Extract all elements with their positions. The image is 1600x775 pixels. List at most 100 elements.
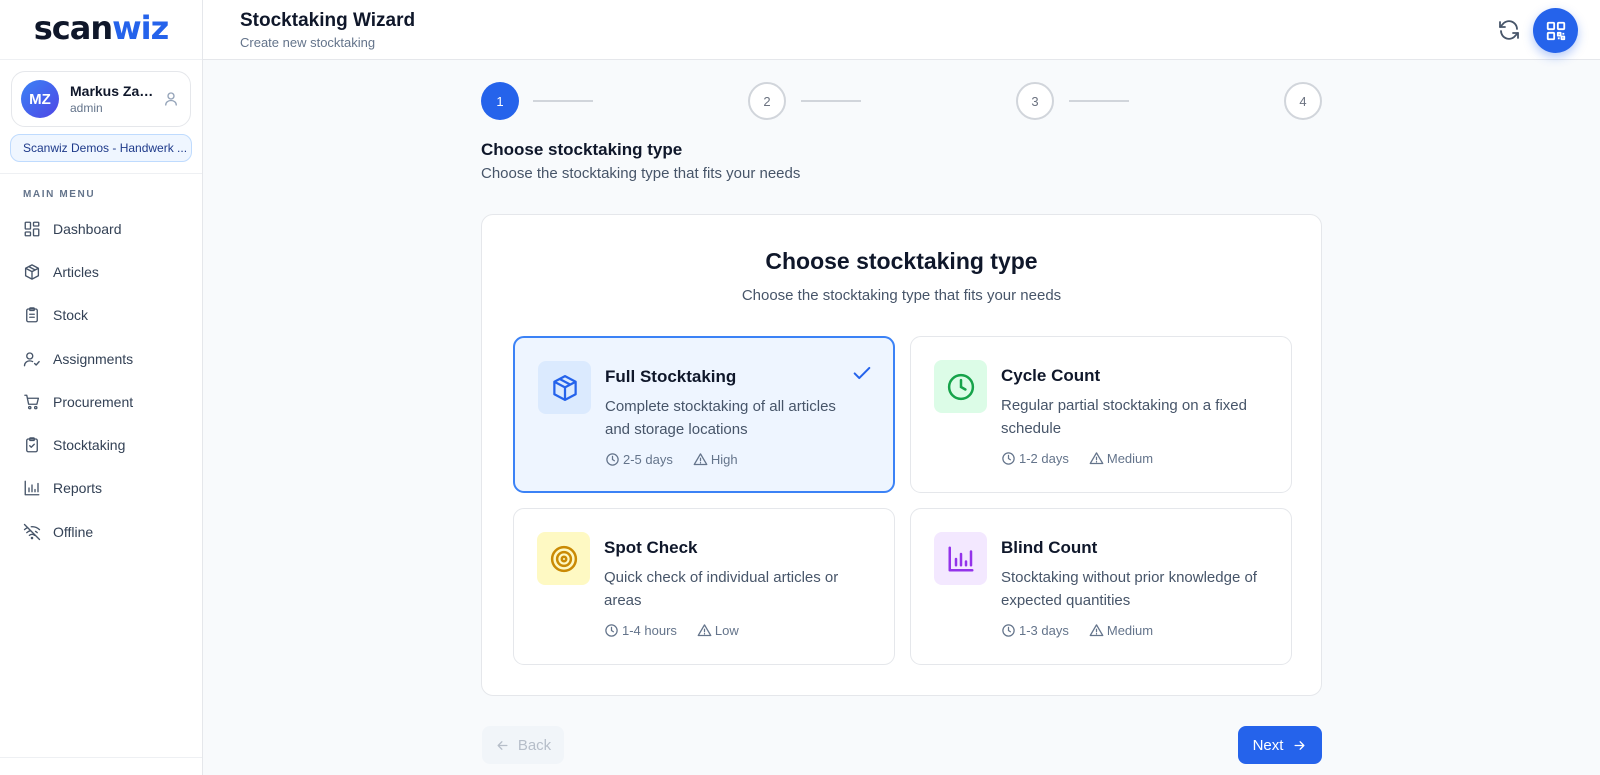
option-title: Full Stocktaking [605,367,737,386]
option-full-stocktaking[interactable]: Full Stocktaking Complete stocktaking of… [513,336,895,493]
sidebar-item-assignments[interactable]: Assignments [0,337,202,380]
user-name: Markus Zau... [70,83,158,99]
option-cycle-count[interactable]: Cycle Count Regular partial stocktaking … [910,336,1292,493]
step-connector [801,100,861,102]
clock-icon [605,624,618,637]
next-button[interactable]: Next [1238,726,1322,764]
user-check-icon [23,351,40,366]
user-card[interactable]: MZ Markus Zau... admin [11,71,191,127]
option-title: Spot Check [604,538,698,557]
option-meta: 1-3 days Medium [1001,623,1173,638]
sidebar-item-label: Offline [53,523,94,540]
arrow-left-icon [497,740,508,750]
sidebar-item-label: Procurement [53,393,134,410]
scanwiz-logo[interactable]: scan wiz [0,0,202,60]
clock-icon [947,373,974,400]
step-3[interactable]: 3 [1016,82,1054,120]
checkmark-icon [853,366,871,380]
target-icon [550,545,577,572]
option-description: Quick check of individual articles or ar… [604,569,839,609]
main-menu: Dashboard Articles Stock Assignments Pro… [0,207,202,553]
step-connector [1069,100,1129,102]
user-icon[interactable] [162,90,180,108]
bar-chart-icon [948,546,973,571]
step-subtitle: Choose the stocktaking type that fits yo… [481,165,801,182]
wizard-stepper: 1 2 3 4 [481,82,1322,120]
sidebar: scan wiz MZ Markus Zau... admin Scanwiz D… [0,0,203,775]
option-duration: 1-2 days [1019,451,1069,466]
step-4[interactable]: 4 [1284,82,1322,120]
option-icon-container [934,360,987,413]
qr-code-icon [1546,21,1565,40]
user-role: admin [70,101,103,115]
option-effort: High [710,452,738,467]
sidebar-item-articles[interactable]: Articles [0,250,202,293]
refresh-icon[interactable] [1497,18,1521,42]
back-button[interactable]: Back [482,726,564,764]
sidebar-item-label: Assignments [53,350,134,367]
option-duration: 2-5 days [623,452,673,467]
sidebar-footer-divider [0,757,202,758]
sidebar-item-label: Stock [53,307,89,324]
option-icon-container [934,532,987,585]
option-icon-container [537,532,590,585]
clock-icon [606,453,619,466]
card-subtitle: Choose the stocktaking type that fits yo… [741,287,1062,304]
sidebar-item-procurement[interactable]: Procurement [0,380,202,423]
avatar: MZ [21,80,59,118]
option-icon-container [538,361,591,414]
bar-chart-icon [24,480,40,496]
sidebar-item-offline[interactable]: Offline [0,510,202,553]
option-blind-count[interactable]: Blind Count Stocktaking without prior kn… [910,508,1292,665]
sidebar-item-stocktaking[interactable]: Stocktaking [0,423,202,466]
clock-icon [1002,624,1015,637]
option-meta: 2-5 days High [605,452,758,467]
step-connector [533,100,593,102]
step-1[interactable]: 1 [481,82,519,120]
page-subtitle: Create new stocktaking [240,35,376,50]
box-icon [24,264,40,280]
alert-triangle-icon [697,624,712,637]
box-icon [552,374,577,401]
cart-icon [24,394,40,410]
option-meta: 1-4 hours Low [604,623,759,638]
main-menu-label: MAIN MENU [23,189,96,200]
option-description: Stocktaking without prior knowledge of e… [1001,569,1257,609]
page-header: Stocktaking Wizard Create new stocktakin… [203,0,1600,60]
step-title: Choose stocktaking type [481,140,683,159]
sidebar-item-label: Dashboard [53,220,122,237]
card-title: Choose stocktaking type [765,248,1038,274]
step-2[interactable]: 2 [748,82,786,120]
alert-triangle-icon [693,453,708,466]
option-title: Cycle Count [1001,366,1101,385]
option-effort: Medium [1106,451,1154,466]
option-description: Regular partial stocktaking on a fixed s… [1001,397,1247,437]
sidebar-item-dashboard[interactable]: Dashboard [0,207,202,250]
logo-text-scan: scan [33,8,113,47]
stocktaking-type-card: Choose stocktaking type Choose the stock… [481,214,1322,696]
logo-text-wiz: wiz [112,8,169,47]
sidebar-item-label: Stocktaking [53,437,126,454]
option-effort: Medium [1106,623,1154,638]
back-button-label: Back [517,736,552,754]
option-meta: 1-2 days Medium [1001,451,1173,466]
organization-badge[interactable]: Scanwiz Demos - Handwerk ... [10,134,192,162]
clock-icon [1002,452,1015,465]
sidebar-item-reports[interactable]: Reports [0,467,202,510]
option-effort: Low [714,623,739,638]
wifi-off-icon [23,523,41,540]
clipboard-list-icon [26,307,38,323]
alert-triangle-icon [1089,624,1104,637]
option-description: Complete stocktaking of all articles and… [605,398,836,438]
option-duration: 1-3 days [1019,623,1069,638]
qr-scan-button[interactable] [1533,8,1578,53]
option-title: Blind Count [1001,538,1098,557]
alert-triangle-icon [1089,452,1104,465]
arrow-right-icon [1294,740,1305,750]
page-title: Stocktaking Wizard [240,10,416,31]
option-duration: 1-4 hours [622,623,677,638]
clipboard-check-icon [26,437,38,453]
sidebar-item-stock[interactable]: Stock [0,294,202,337]
sidebar-item-label: Articles [53,263,99,280]
option-spot-check[interactable]: Spot Check Quick check of individual art… [513,508,895,665]
